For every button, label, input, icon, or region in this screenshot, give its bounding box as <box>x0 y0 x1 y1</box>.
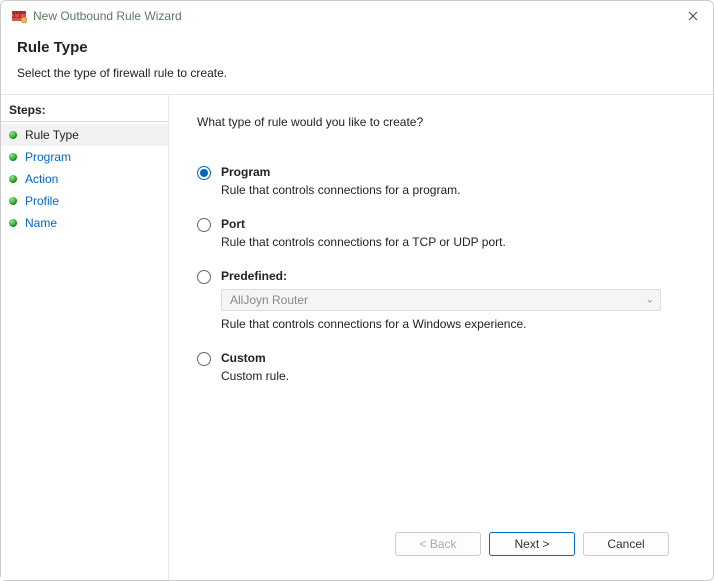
step-bullet-icon <box>9 219 17 227</box>
option-desc: Rule that controls connections for a pro… <box>221 183 685 197</box>
content: What type of rule would you like to crea… <box>169 95 713 580</box>
titlebar: New Outbound Rule Wizard <box>1 1 713 31</box>
page-title: Rule Type <box>17 39 697 56</box>
window-title: New Outbound Rule Wizard <box>33 9 677 23</box>
option-title: Program <box>221 165 685 179</box>
step-bullet-icon <box>9 175 17 183</box>
step-bullet-icon <box>9 131 17 139</box>
option-desc: Rule that controls connections for a Win… <box>221 317 685 331</box>
radio-custom[interactable] <box>197 352 211 366</box>
radio-port[interactable] <box>197 218 211 232</box>
step-bullet-icon <box>9 153 17 161</box>
cancel-button[interactable]: Cancel <box>583 532 669 556</box>
option-program[interactable]: Program Rule that controls connections f… <box>197 165 685 197</box>
radio-predefined[interactable] <box>197 270 211 284</box>
header: Rule Type Select the type of firewall ru… <box>1 31 713 94</box>
step-name[interactable]: Name <box>1 212 168 234</box>
firewall-icon <box>11 8 27 24</box>
option-desc: Rule that controls connections for a TCP… <box>221 235 685 249</box>
chevron-down-icon: ⌄ <box>646 295 654 306</box>
radio-program[interactable] <box>197 166 211 180</box>
back-button: < Back <box>395 532 481 556</box>
step-label: Name <box>25 216 57 230</box>
option-port[interactable]: Port Rule that controls connections for … <box>197 217 685 249</box>
step-bullet-icon <box>9 197 17 205</box>
content-question: What type of rule would you like to crea… <box>197 115 685 129</box>
step-label: Action <box>25 172 58 186</box>
page-subtitle: Select the type of firewall rule to crea… <box>17 66 697 80</box>
sidebar: Steps: Rule Type Program Action Profile … <box>1 95 169 580</box>
predefined-dropdown: AllJoyn Router ⌄ <box>221 289 661 311</box>
step-label: Program <box>25 150 71 164</box>
close-button[interactable] <box>683 6 703 26</box>
next-button[interactable]: Next > <box>489 532 575 556</box>
option-custom[interactable]: Custom Custom rule. <box>197 351 685 383</box>
step-label: Profile <box>25 194 59 208</box>
body: Steps: Rule Type Program Action Profile … <box>1 94 713 580</box>
step-program[interactable]: Program <box>1 146 168 168</box>
dropdown-value: AllJoyn Router <box>230 293 308 307</box>
sidebar-title: Steps: <box>1 101 168 122</box>
step-rule-type[interactable]: Rule Type <box>1 124 168 146</box>
option-title: Custom <box>221 351 685 365</box>
step-action[interactable]: Action <box>1 168 168 190</box>
step-label: Rule Type <box>25 128 79 142</box>
option-title: Predefined: <box>221 269 685 283</box>
options-group: Program Rule that controls connections f… <box>197 165 685 383</box>
option-title: Port <box>221 217 685 231</box>
footer: < Back Next > Cancel <box>197 522 685 570</box>
step-profile[interactable]: Profile <box>1 190 168 212</box>
option-predefined[interactable]: Predefined: AllJoyn Router ⌄ Rule that c… <box>197 269 685 331</box>
option-desc: Custom rule. <box>221 369 685 383</box>
